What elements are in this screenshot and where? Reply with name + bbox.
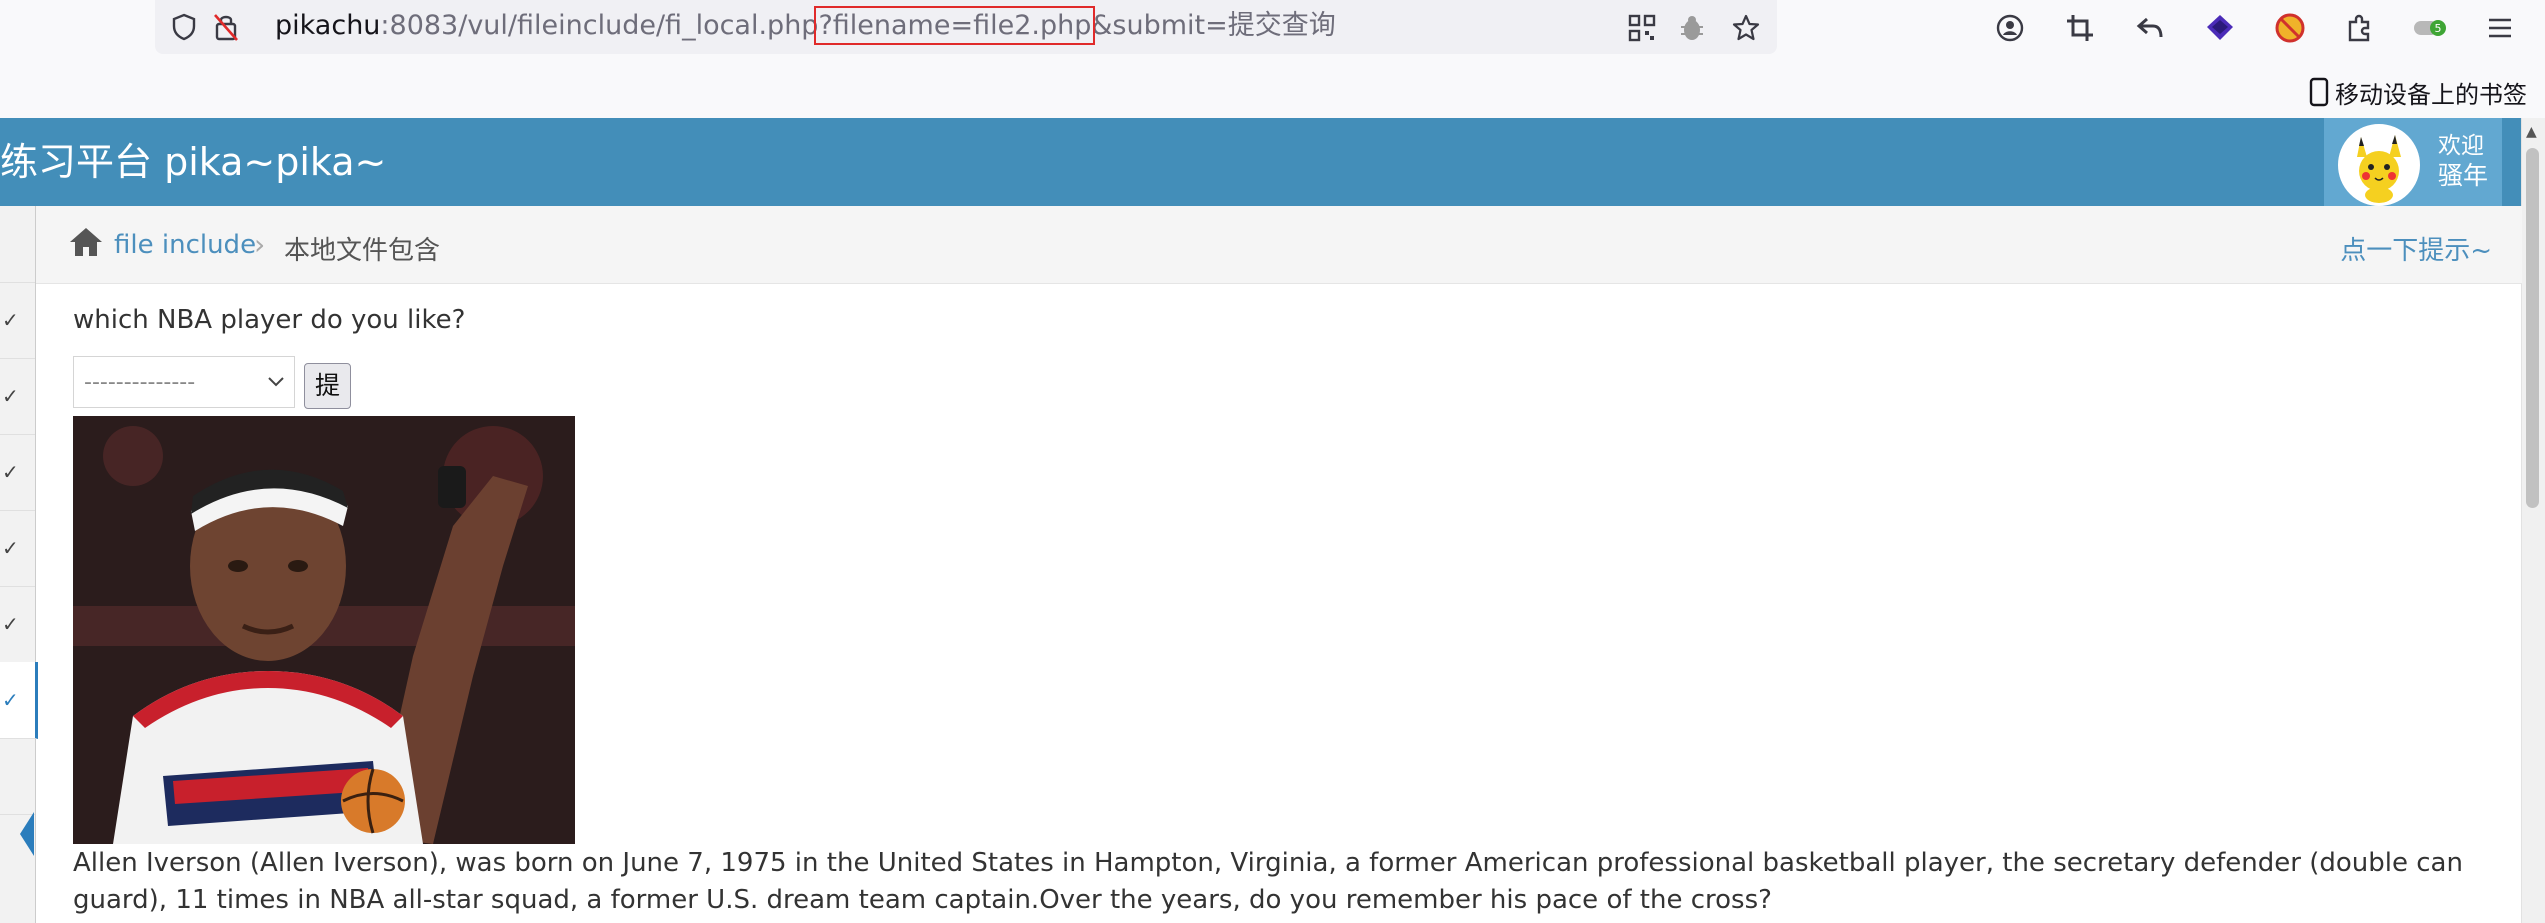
shield-icon[interactable] bbox=[167, 10, 201, 44]
check-icon: ✓ bbox=[2, 536, 19, 560]
extension-badge: 5 bbox=[2435, 22, 2442, 35]
menu-icon[interactable] bbox=[2480, 8, 2520, 48]
check-icon: ✓ bbox=[2, 688, 19, 712]
sidebar-item-3[interactable]: ✓ bbox=[0, 358, 35, 435]
layers-extension-icon[interactable] bbox=[2200, 8, 2240, 48]
account-icon[interactable] bbox=[1990, 8, 2030, 48]
check-icon: ✓ bbox=[2, 612, 19, 636]
back-arrow-icon[interactable] bbox=[2130, 8, 2170, 48]
puzzle-extensions-icon[interactable] bbox=[2340, 8, 2380, 48]
sidebar-item-2[interactable]: ✓ bbox=[0, 282, 35, 359]
brand-title[interactable]: 练习平台 pika~pika~ bbox=[0, 118, 386, 206]
player-description: Allen Iverson (Allen Iverson), was born … bbox=[73, 848, 2463, 915]
mobile-device-icon bbox=[2309, 77, 2329, 107]
navbar: 练习平台 pika~pika~ 欢迎 骚年 bbox=[0, 118, 2522, 206]
url-highlighted-param: ?filename=file2.php bbox=[814, 6, 1096, 45]
sidebar-item-1[interactable] bbox=[0, 206, 35, 283]
page-scrollbar[interactable]: ▲ bbox=[2521, 118, 2545, 923]
player-select[interactable]: -------------- bbox=[73, 356, 295, 408]
url-host: pikachu bbox=[275, 10, 381, 41]
check-icon: ✓ bbox=[2, 460, 19, 484]
sidebar-item-5[interactable]: ✓ bbox=[0, 510, 35, 587]
breadcrumb-separator: › bbox=[254, 228, 266, 261]
sidebar-item-4[interactable]: ✓ bbox=[0, 434, 35, 511]
question-text: which NBA player do you like? bbox=[73, 305, 466, 335]
scroll-up-icon[interactable]: ▲ bbox=[2526, 124, 2537, 140]
player-photo bbox=[73, 416, 575, 844]
check-icon: ✓ bbox=[2, 384, 19, 408]
breadcrumb: file include › 本地文件包含 点一下提示~ bbox=[36, 206, 2522, 284]
select-value: -------------- bbox=[84, 370, 196, 395]
mobile-bookmarks[interactable]: 移动设备上的书签 bbox=[2309, 72, 2527, 112]
sidebar-item-8[interactable] bbox=[0, 738, 35, 815]
url-bar[interactable]: pikachu:8083/vul/fileinclude/fi_local.ph… bbox=[155, 0, 1777, 54]
qr-code-icon[interactable] bbox=[1622, 8, 1662, 48]
chevron-down-icon bbox=[268, 377, 284, 387]
welcome-line1: 欢迎 bbox=[2438, 133, 2484, 159]
sidebar-item-6[interactable]: ✓ bbox=[0, 586, 35, 663]
welcome-text: 欢迎 骚年 bbox=[2438, 132, 2488, 190]
hint-link[interactable]: 点一下提示~ bbox=[2340, 230, 2492, 267]
url-tail: &submit=提交查询 bbox=[1091, 10, 1336, 41]
pikachu-avatar bbox=[2338, 124, 2420, 206]
breadcrumb-current: 本地文件包含 bbox=[284, 236, 441, 266]
welcome-line2: 骚年 bbox=[2438, 161, 2489, 190]
mobile-bookmarks-label: 移动设备上的书签 bbox=[2335, 80, 2527, 109]
url-path: :8083/vul/fileinclude/fi_local.php bbox=[380, 10, 819, 41]
crop-icon[interactable] bbox=[2060, 8, 2100, 48]
star-bookmark-icon[interactable] bbox=[1726, 8, 1766, 48]
insecure-lock-icon[interactable] bbox=[209, 10, 243, 44]
browser-chrome: pikachu:8083/vul/fileinclude/fi_local.ph… bbox=[0, 0, 2545, 118]
toggle-extension-icon[interactable]: 5 bbox=[2410, 8, 2450, 48]
submit-button[interactable]: 提交查询 bbox=[304, 363, 352, 532]
block-extension-icon[interactable] bbox=[2270, 8, 2310, 48]
sidebar-collapse-arrow[interactable] bbox=[20, 812, 34, 856]
home-icon[interactable] bbox=[68, 226, 104, 260]
sidebar-item-active[interactable]: ✓ bbox=[0, 662, 38, 739]
check-icon: ✓ bbox=[2, 308, 19, 332]
scroll-thumb[interactable] bbox=[2526, 148, 2539, 508]
breadcrumb-file-include-link[interactable]: file include bbox=[114, 230, 256, 260]
url-text[interactable]: pikachu:8083/vul/fileinclude/fi_local.ph… bbox=[275, 6, 1336, 46]
bug-extension-icon[interactable] bbox=[1672, 8, 1712, 48]
user-menu[interactable]: 欢迎 骚年 bbox=[2324, 118, 2502, 206]
